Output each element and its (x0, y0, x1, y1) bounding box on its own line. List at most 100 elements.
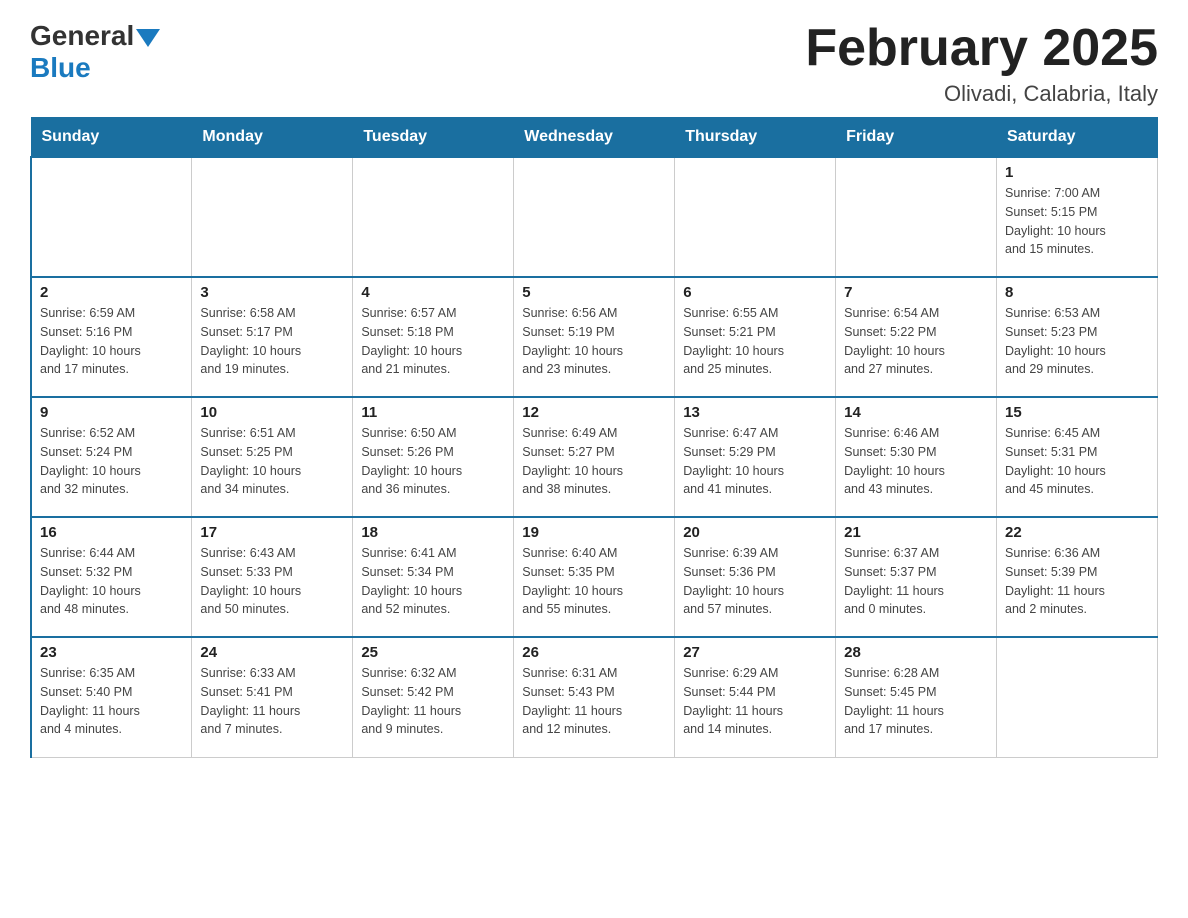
day-info: Sunrise: 6:36 AM Sunset: 5:39 PM Dayligh… (1005, 544, 1149, 619)
day-info: Sunrise: 6:37 AM Sunset: 5:37 PM Dayligh… (844, 544, 988, 619)
calendar-table: Sunday Monday Tuesday Wednesday Thursday… (30, 117, 1158, 758)
day-info: Sunrise: 6:58 AM Sunset: 5:17 PM Dayligh… (200, 304, 344, 379)
day-number: 1 (1005, 164, 1149, 181)
day-info: Sunrise: 6:59 AM Sunset: 5:16 PM Dayligh… (40, 304, 183, 379)
day-info: Sunrise: 6:54 AM Sunset: 5:22 PM Dayligh… (844, 304, 988, 379)
col-header-sunday: Sunday (31, 118, 192, 158)
table-row: 26 Sunrise: 6:31 AM Sunset: 5:43 PM Dayli… (514, 637, 675, 757)
day-info: Sunrise: 6:43 AM Sunset: 5:33 PM Dayligh… (200, 544, 344, 619)
day-number: 26 (522, 644, 666, 661)
table-row (353, 157, 514, 277)
day-number: 12 (522, 404, 666, 421)
calendar-week-row: 1Sunrise: 7:00 AM Sunset: 5:15 PM Daylig… (31, 157, 1158, 277)
day-number: 16 (40, 524, 183, 541)
day-info: Sunrise: 6:31 AM Sunset: 5:43 PM Dayligh… (522, 664, 666, 739)
day-info: Sunrise: 6:28 AM Sunset: 5:45 PM Dayligh… (844, 664, 988, 739)
page-header: General Blue February 2025 Olivadi, Cala… (30, 20, 1158, 107)
day-number: 19 (522, 524, 666, 541)
day-info: Sunrise: 6:51 AM Sunset: 5:25 PM Dayligh… (200, 424, 344, 499)
day-number: 23 (40, 644, 183, 661)
day-number: 17 (200, 524, 344, 541)
day-info: Sunrise: 6:41 AM Sunset: 5:34 PM Dayligh… (361, 544, 505, 619)
table-row: 18 Sunrise: 6:41 AM Sunset: 5:34 PM Dayli… (353, 517, 514, 637)
day-info: Sunrise: 6:45 AM Sunset: 5:31 PM Dayligh… (1005, 424, 1149, 499)
col-header-friday: Friday (836, 118, 997, 158)
table-row: 15 Sunrise: 6:45 AM Sunset: 5:31 PM Dayli… (997, 397, 1158, 517)
table-row: 5 Sunrise: 6:56 AM Sunset: 5:19 PM Daylig… (514, 277, 675, 397)
day-number: 14 (844, 404, 988, 421)
title-section: February 2025 Olivadi, Calabria, Italy (805, 20, 1158, 107)
day-info: Sunrise: 6:40 AM Sunset: 5:35 PM Dayligh… (522, 544, 666, 619)
day-info: Sunrise: 6:32 AM Sunset: 5:42 PM Dayligh… (361, 664, 505, 739)
table-row: 17 Sunrise: 6:43 AM Sunset: 5:33 PM Dayli… (192, 517, 353, 637)
day-info: Sunrise: 6:55 AM Sunset: 5:21 PM Dayligh… (683, 304, 827, 379)
table-row: 16 Sunrise: 6:44 AM Sunset: 5:32 PM Dayli… (31, 517, 192, 637)
day-number: 8 (1005, 284, 1149, 301)
day-info: Sunrise: 6:29 AM Sunset: 5:44 PM Dayligh… (683, 664, 827, 739)
table-row: 21 Sunrise: 6:37 AM Sunset: 5:37 PM Dayli… (836, 517, 997, 637)
table-row: 12Sunrise: 6:49 AM Sunset: 5:27 PM Dayli… (514, 397, 675, 517)
col-header-saturday: Saturday (997, 118, 1158, 158)
table-row (997, 637, 1158, 757)
day-number: 10 (200, 404, 344, 421)
table-row: 3 Sunrise: 6:58 AM Sunset: 5:17 PM Daylig… (192, 277, 353, 397)
table-row: 9 Sunrise: 6:52 AM Sunset: 5:24 PM Daylig… (31, 397, 192, 517)
day-number: 3 (200, 284, 344, 301)
table-row (31, 157, 192, 277)
col-header-monday: Monday (192, 118, 353, 158)
day-info: Sunrise: 6:56 AM Sunset: 5:19 PM Dayligh… (522, 304, 666, 379)
day-number: 9 (40, 404, 183, 421)
table-row (192, 157, 353, 277)
day-number: 15 (1005, 404, 1149, 421)
day-info: Sunrise: 6:53 AM Sunset: 5:23 PM Dayligh… (1005, 304, 1149, 379)
day-info: Sunrise: 6:50 AM Sunset: 5:26 PM Dayligh… (361, 424, 505, 499)
col-header-wednesday: Wednesday (514, 118, 675, 158)
table-row: 14Sunrise: 6:46 AM Sunset: 5:30 PM Dayli… (836, 397, 997, 517)
table-row: 28Sunrise: 6:28 AM Sunset: 5:45 PM Dayli… (836, 637, 997, 757)
day-info: Sunrise: 6:57 AM Sunset: 5:18 PM Dayligh… (361, 304, 505, 379)
day-number: 6 (683, 284, 827, 301)
day-number: 21 (844, 524, 988, 541)
col-header-thursday: Thursday (675, 118, 836, 158)
day-number: 7 (844, 284, 988, 301)
table-row (675, 157, 836, 277)
day-number: 25 (361, 644, 505, 661)
table-row: 6 Sunrise: 6:55 AM Sunset: 5:21 PM Daylig… (675, 277, 836, 397)
table-row: 27 Sunrise: 6:29 AM Sunset: 5:44 PM Dayli… (675, 637, 836, 757)
table-row: 20Sunrise: 6:39 AM Sunset: 5:36 PM Dayli… (675, 517, 836, 637)
day-number: 11 (361, 404, 505, 421)
calendar-week-row: 2 Sunrise: 6:59 AM Sunset: 5:16 PM Daylig… (31, 277, 1158, 397)
logo-blue-text: Blue (30, 52, 160, 84)
table-row (836, 157, 997, 277)
table-row: 8 Sunrise: 6:53 AM Sunset: 5:23 PM Daylig… (997, 277, 1158, 397)
day-number: 24 (200, 644, 344, 661)
day-number: 18 (361, 524, 505, 541)
day-number: 20 (683, 524, 827, 541)
logo-triangle-icon (136, 29, 160, 47)
table-row: 25 Sunrise: 6:32 AM Sunset: 5:42 PM Dayli… (353, 637, 514, 757)
table-row: 7 Sunrise: 6:54 AM Sunset: 5:22 PM Daylig… (836, 277, 997, 397)
table-row: 10 Sunrise: 6:51 AM Sunset: 5:25 PM Dayli… (192, 397, 353, 517)
day-number: 22 (1005, 524, 1149, 541)
calendar-week-row: 23 Sunrise: 6:35 AM Sunset: 5:40 PM Dayli… (31, 637, 1158, 757)
day-number: 2 (40, 284, 183, 301)
calendar-week-row: 16 Sunrise: 6:44 AM Sunset: 5:32 PM Dayli… (31, 517, 1158, 637)
col-header-tuesday: Tuesday (353, 118, 514, 158)
table-row: 22 Sunrise: 6:36 AM Sunset: 5:39 PM Dayli… (997, 517, 1158, 637)
location-title: Olivadi, Calabria, Italy (805, 81, 1158, 107)
table-row: 2 Sunrise: 6:59 AM Sunset: 5:16 PM Daylig… (31, 277, 192, 397)
table-row: 24Sunrise: 6:33 AM Sunset: 5:41 PM Dayli… (192, 637, 353, 757)
day-info: Sunrise: 6:47 AM Sunset: 5:29 PM Dayligh… (683, 424, 827, 499)
logo-general-text: General (30, 20, 134, 52)
day-info: Sunrise: 6:52 AM Sunset: 5:24 PM Dayligh… (40, 424, 183, 499)
calendar-week-row: 9 Sunrise: 6:52 AM Sunset: 5:24 PM Daylig… (31, 397, 1158, 517)
day-number: 4 (361, 284, 505, 301)
table-row: 19 Sunrise: 6:40 AM Sunset: 5:35 PM Dayli… (514, 517, 675, 637)
table-row: 1Sunrise: 7:00 AM Sunset: 5:15 PM Daylig… (997, 157, 1158, 277)
day-number: 5 (522, 284, 666, 301)
day-number: 27 (683, 644, 827, 661)
table-row (514, 157, 675, 277)
day-info: Sunrise: 6:44 AM Sunset: 5:32 PM Dayligh… (40, 544, 183, 619)
table-row: 13Sunrise: 6:47 AM Sunset: 5:29 PM Dayli… (675, 397, 836, 517)
day-info: Sunrise: 6:35 AM Sunset: 5:40 PM Dayligh… (40, 664, 183, 739)
